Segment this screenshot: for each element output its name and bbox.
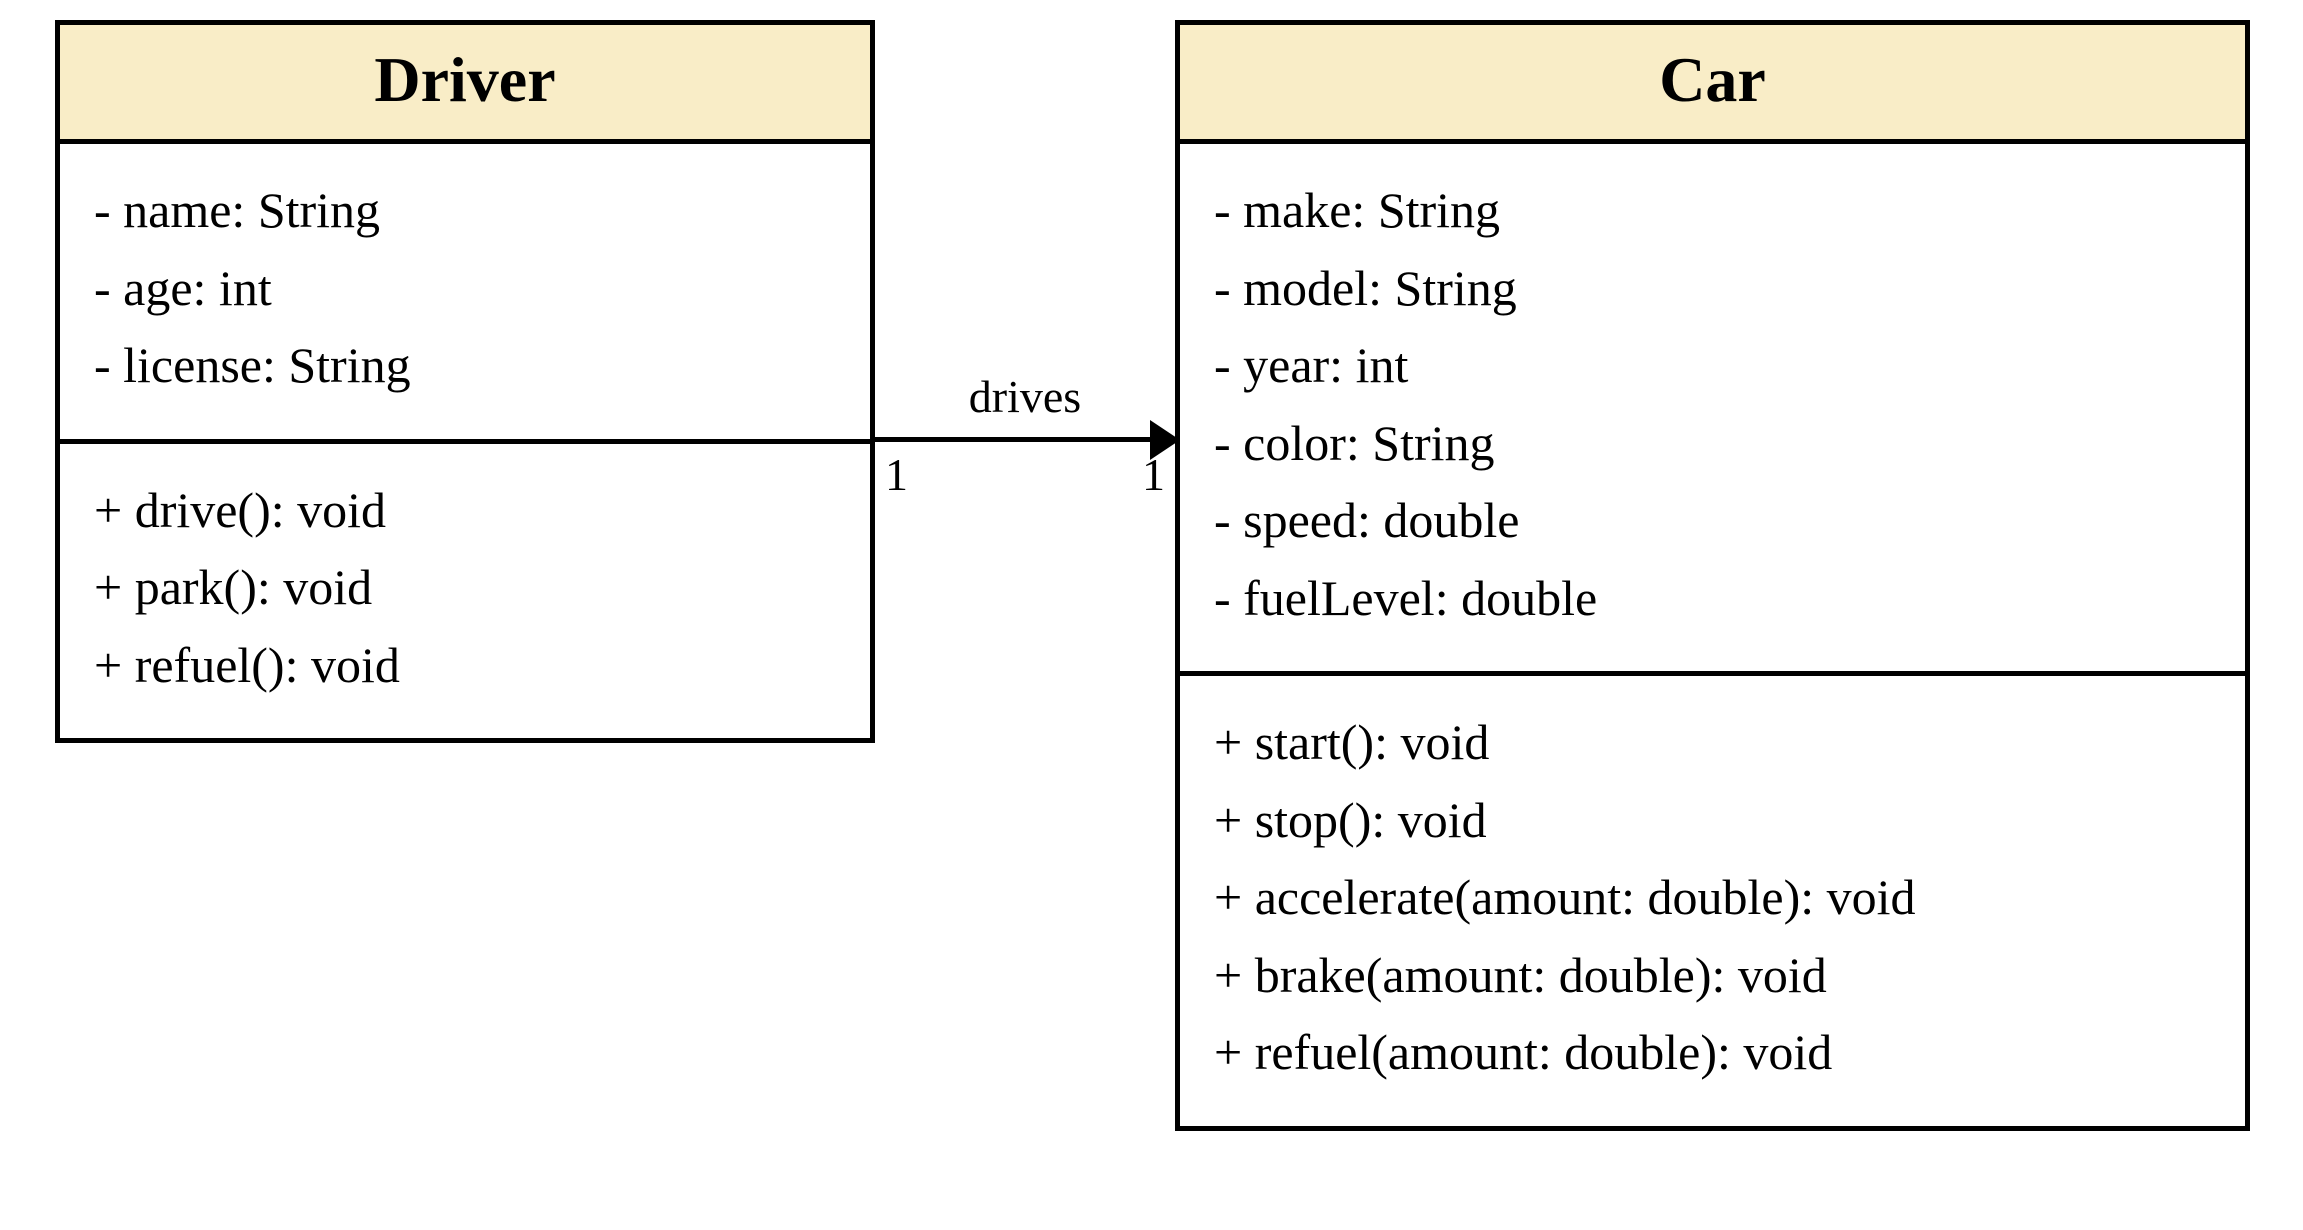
uml-diagram: Driver - name: String - age: int - licen… xyxy=(0,0,2303,1230)
association-multiplicity-left: 1 xyxy=(885,448,925,501)
class-attr: - name: String xyxy=(94,172,836,250)
class-attr: - year: int xyxy=(1214,327,2211,405)
association-label: drives xyxy=(875,370,1175,423)
class-attr: - speed: double xyxy=(1214,482,2211,560)
class-attr: - color: String xyxy=(1214,405,2211,483)
class-attr: - age: int xyxy=(94,250,836,328)
class-title-driver: Driver xyxy=(60,25,870,144)
class-title-car: Car xyxy=(1180,25,2245,144)
class-attr: - make: String xyxy=(1214,172,2211,250)
class-method: + start(): void xyxy=(1214,704,2211,782)
association-multiplicity-right: 1 xyxy=(1125,448,1165,501)
class-attr: - model: String xyxy=(1214,250,2211,328)
class-method: + brake(amount: double): void xyxy=(1214,937,2211,1015)
class-box-driver: Driver - name: String - age: int - licen… xyxy=(55,20,875,743)
class-method: + drive(): void xyxy=(94,472,836,550)
class-attributes-driver: - name: String - age: int - license: Str… xyxy=(60,144,870,444)
class-box-car: Car - make: String - model: String - yea… xyxy=(1175,20,2250,1131)
class-method: + refuel(): void xyxy=(94,627,836,705)
class-method: + refuel(amount: double): void xyxy=(1214,1014,2211,1092)
class-attr: - license: String xyxy=(94,327,836,405)
class-method: + accelerate(amount: double): void xyxy=(1214,859,2211,937)
class-attributes-car: - make: String - model: String - year: i… xyxy=(1180,144,2245,676)
class-attr: - fuelLevel: double xyxy=(1214,560,2211,638)
class-methods-driver: + drive(): void + park(): void + refuel(… xyxy=(60,444,870,739)
class-method: + park(): void xyxy=(94,549,836,627)
class-method: + stop(): void xyxy=(1214,782,2211,860)
class-methods-car: + start(): void + stop(): void + acceler… xyxy=(1180,676,2245,1126)
association-line xyxy=(875,437,1150,442)
